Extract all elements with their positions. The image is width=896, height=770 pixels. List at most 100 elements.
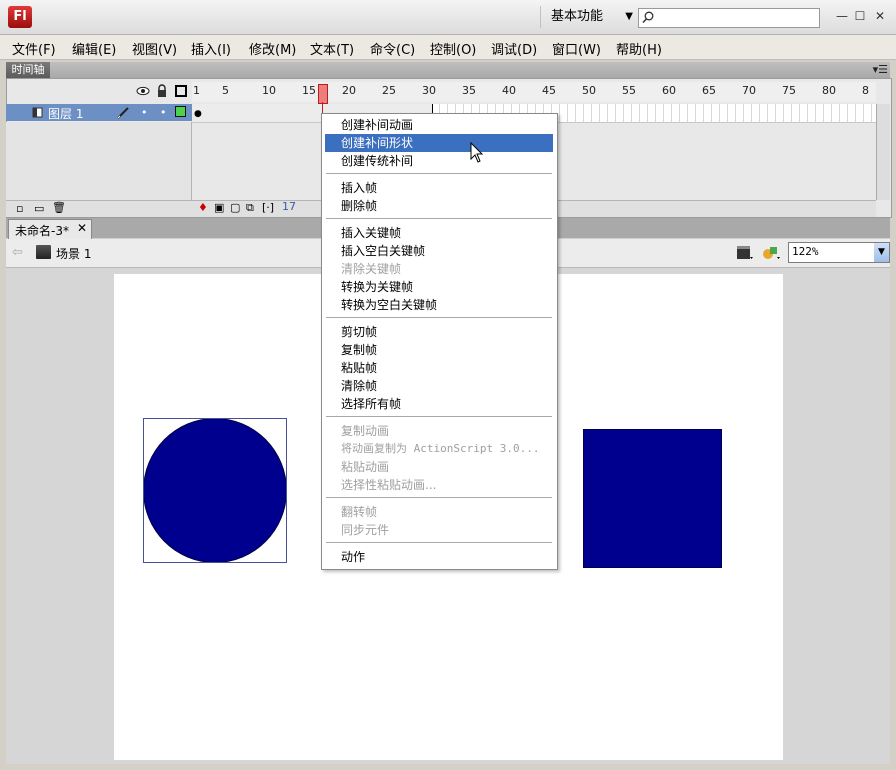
menu-edit[interactable]: 编辑(E)	[72, 39, 116, 58]
outline-color-swatch[interactable]	[175, 106, 186, 117]
workspace-switcher[interactable]: 基本功能 ▼	[540, 6, 639, 28]
ruler-tick: 1	[193, 84, 200, 97]
pencil-icon	[117, 107, 129, 119]
menu-separator	[326, 416, 552, 417]
layer-list-empty	[6, 122, 192, 200]
layer-row[interactable]: 图层 1 • •	[6, 104, 192, 121]
menu-window[interactable]: 窗口(W)	[552, 39, 601, 58]
scene-breadcrumb[interactable]: 场景 1	[56, 245, 91, 262]
menu-separator	[326, 542, 552, 543]
chevron-down-icon: ▼	[625, 11, 633, 22]
timeline-header-bar	[50, 62, 890, 78]
circle-selection-box	[143, 418, 287, 563]
menu-item-select-all-frames[interactable]: 选择所有帧	[341, 395, 401, 413]
menu-commands[interactable]: 命令(C)	[370, 39, 415, 58]
mouse-cursor-icon	[470, 142, 484, 163]
menu-item-actions[interactable]: 动作	[341, 548, 365, 566]
ruler-tick: 65	[702, 84, 716, 97]
menu-separator	[326, 497, 552, 498]
tab-timeline[interactable]: 时间轴	[6, 62, 50, 78]
menu-item-paste-frames[interactable]: 粘贴帧	[341, 359, 377, 377]
onion-outline-icon[interactable]: ▢	[230, 201, 240, 214]
outline-icon[interactable]	[175, 85, 187, 97]
playhead[interactable]	[318, 84, 328, 104]
menu-view[interactable]: 视图(V)	[132, 39, 177, 58]
zoom-value: 122%	[792, 245, 819, 258]
eye-icon[interactable]	[136, 85, 150, 97]
close-tab-icon[interactable]: ✕	[77, 221, 87, 235]
edit-scene-icon[interactable]	[736, 245, 754, 261]
menu-item-clear-frames[interactable]: 清除帧	[341, 377, 377, 395]
lock-dot[interactable]: •	[160, 106, 167, 119]
minimize-button[interactable]: —	[834, 8, 850, 24]
ruler-tick: 50	[582, 84, 596, 97]
ruler-tick: 15	[302, 84, 316, 97]
lock-icon[interactable]	[156, 84, 168, 98]
timeline-scrollbar[interactable]	[876, 104, 890, 200]
menu-item-cut-frames[interactable]: 剪切帧	[341, 323, 377, 341]
menu-item-synchronize-symbols: 同步元件	[341, 523, 390, 537]
menu-insert[interactable]: 插入(I)	[191, 39, 231, 58]
ruler-tick: 5	[222, 84, 229, 97]
menu-item-paste-motion-special: 选择性粘贴动画...	[341, 478, 437, 492]
menu-item-insert-keyframe[interactable]: 插入关键帧	[341, 224, 401, 242]
onion-markers-icon[interactable]: [·]	[262, 201, 274, 214]
document-tab[interactable]: 未命名-3* ✕	[8, 219, 92, 239]
menu-item-clear-keyframe: 清除关键帧	[341, 262, 402, 276]
help-search-field[interactable]	[638, 8, 820, 28]
ruler-tick: 25	[382, 84, 396, 97]
ruler-tick: 45	[542, 84, 556, 97]
maximize-button[interactable]: ☐	[852, 8, 868, 24]
edit-multiple-frames-icon[interactable]: ⧉	[246, 201, 254, 215]
menu-item-convert-to-keyframes[interactable]: 转换为关键帧	[341, 278, 413, 296]
menu-item-remove-frames[interactable]: 删除帧	[341, 197, 377, 215]
menu-item-create-shape-tween[interactable]: 创建补间形状	[341, 134, 413, 152]
ruler-tick: 55	[622, 84, 636, 97]
flash-logo-icon: Fl	[8, 6, 32, 28]
search-icon	[642, 11, 654, 24]
frame-ruler[interactable]: 1 5 10 15 20 25 30 35 40 45 50 55 60 65 …	[192, 82, 876, 102]
menu-modify[interactable]: 修改(M)	[249, 39, 296, 58]
layer-type-icon	[32, 107, 43, 118]
ruler-tick: 35	[462, 84, 476, 97]
menu-control[interactable]: 控制(O)	[430, 39, 476, 58]
search-input[interactable]	[657, 10, 819, 26]
ruler-tick: 75	[782, 84, 796, 97]
ruler-tick: 60	[662, 84, 676, 97]
trash-icon[interactable]: 🗑	[52, 201, 66, 214]
menu-item-create-classic-tween[interactable]: 创建传统补间	[341, 152, 413, 170]
menu-item-insert-blank-keyframe[interactable]: 插入空白关键帧	[341, 242, 425, 260]
square-shape[interactable]	[583, 429, 722, 568]
menu-debug[interactable]: 调试(D)	[491, 39, 537, 58]
menu-item-insert-frame[interactable]: 插入帧	[341, 179, 377, 197]
new-folder-icon[interactable]: ▭	[34, 202, 44, 215]
menu-item-copy-motion: 复制动画	[341, 424, 390, 438]
ruler-tick: 30	[422, 84, 436, 97]
onion-skin-icon[interactable]: ▣	[214, 201, 224, 214]
menu-item-copy-motion-as-as3: 将动画复制为 ActionScript 3.0...	[341, 442, 540, 455]
new-layer-icon[interactable]: ▫	[16, 202, 23, 215]
ruler-tick: 80	[822, 84, 836, 97]
panel-menu-icon[interactable]: ▾☰	[873, 62, 888, 78]
menu-item-convert-to-blank-keyframes[interactable]: 转换为空白关键帧	[341, 296, 437, 314]
menu-file[interactable]: 文件(F)	[12, 39, 56, 58]
ruler-tick: 70	[742, 84, 756, 97]
menu-help[interactable]: 帮助(H)	[616, 39, 662, 58]
scene-clapper-icon	[36, 245, 51, 259]
zoom-select[interactable]: 122% ▼	[788, 242, 890, 263]
menu-bar: 文件(F) 编辑(E) 视图(V) 插入(I) 修改(M) 文本(T) 命令(C…	[0, 35, 896, 60]
center-frame-icon[interactable]: ♦	[198, 201, 208, 214]
back-arrow-icon[interactable]: ⇦	[12, 245, 23, 260]
edit-symbols-icon[interactable]	[762, 245, 780, 261]
menu-item-copy-frames[interactable]: 复制帧	[341, 341, 377, 359]
menu-item-create-motion-tween[interactable]: 创建补间动画	[341, 116, 413, 134]
menu-text[interactable]: 文本(T)	[310, 39, 354, 58]
keyframe-dot[interactable]: ●	[194, 109, 202, 119]
close-button[interactable]: ✕	[872, 8, 888, 24]
ruler-tick: 20	[342, 84, 356, 97]
layer-name[interactable]: 图层 1	[48, 105, 83, 122]
workspace-label: 基本功能	[551, 9, 604, 24]
layer-header	[6, 82, 192, 102]
chevron-down-icon[interactable]: ▼	[874, 243, 889, 262]
visibility-dot[interactable]: •	[141, 106, 148, 119]
